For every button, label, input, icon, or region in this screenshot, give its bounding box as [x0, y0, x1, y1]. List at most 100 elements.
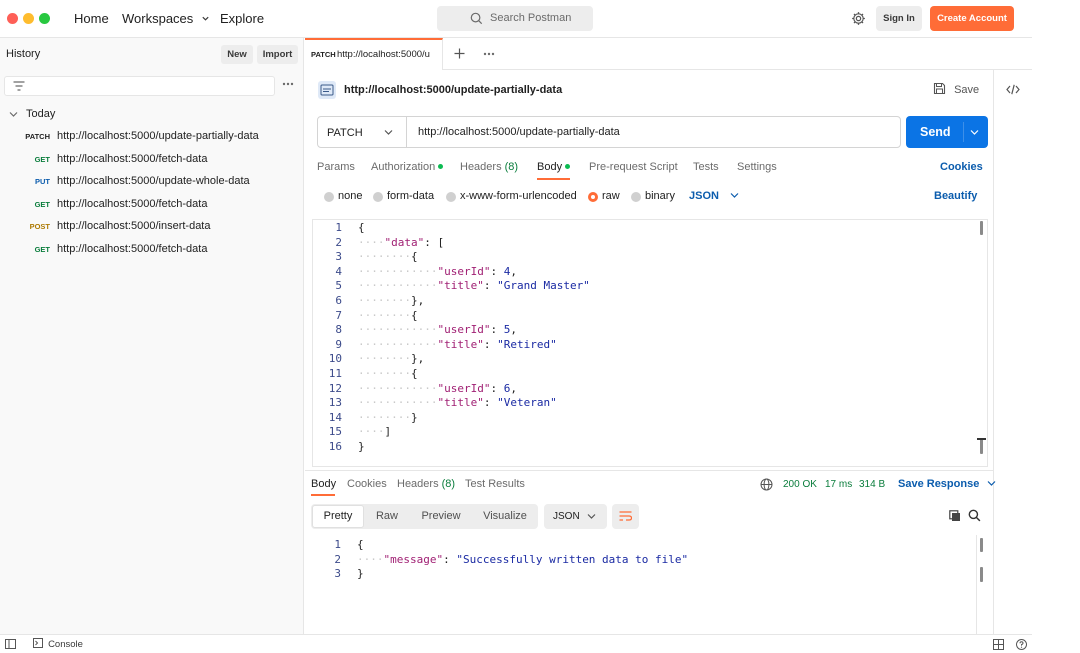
radio-raw[interactable]: [588, 192, 598, 202]
editor-scrollbar[interactable]: [980, 221, 983, 235]
create-account-button[interactable]: Create Account: [930, 6, 1014, 31]
request-tab[interactable]: PATCH http://localhost:5000/u: [305, 38, 443, 70]
request-title[interactable]: http://localhost:5000/update-partially-d…: [344, 84, 562, 96]
search-input[interactable]: Search Postman: [437, 6, 593, 31]
close-window-button[interactable]: [7, 13, 18, 24]
new-tab-plus-icon[interactable]: [454, 48, 465, 59]
search-icon[interactable]: [968, 509, 981, 522]
url-input[interactable]: http://localhost:5000/update-partially-d…: [406, 116, 901, 148]
view-pretty[interactable]: Pretty: [312, 504, 364, 529]
view-visualize[interactable]: Visualize: [476, 504, 534, 529]
editor-scrollbar-bottom[interactable]: [980, 438, 983, 454]
response-scrollbar-lower[interactable]: [980, 567, 983, 582]
response-status[interactable]: 200 OK: [783, 479, 817, 490]
wrap-lines-button[interactable]: [612, 504, 639, 529]
code-text: ····"data": [: [358, 235, 445, 249]
more-options-icon[interactable]: [282, 82, 294, 86]
radio-urlencoded[interactable]: [446, 192, 456, 202]
tab-title: http://localhost:5000/u: [337, 49, 430, 60]
cookies-link[interactable]: Cookies: [940, 161, 983, 173]
nav-workspaces-label: Workspaces: [122, 11, 194, 26]
nav-explore[interactable]: Explore: [220, 11, 264, 26]
line-number: 9: [335, 337, 342, 351]
body-format-select[interactable]: JSON: [689, 190, 739, 202]
code-line: 4 ············"userId": 4,: [313, 265, 973, 280]
response-time[interactable]: 17 ms: [825, 479, 852, 490]
history-item-url: http://localhost:5000/update-partially-d…: [57, 130, 259, 142]
new-button[interactable]: New: [221, 45, 253, 64]
sign-in-button[interactable]: Sign In: [876, 6, 922, 31]
response-scrollbar[interactable]: [980, 538, 983, 552]
chevron-down-icon: [9, 112, 18, 117]
save-button[interactable]: Save: [933, 82, 979, 96]
history-item[interactable]: PATCH http://localhost:5000/update-partia…: [0, 126, 304, 148]
code-line: 5 ············"title": "Grand Master": [313, 279, 973, 294]
response-tab-body[interactable]: Body: [311, 478, 336, 490]
tab-authorization[interactable]: Authorization: [371, 161, 444, 173]
response-tab-headers-count: (8): [441, 478, 456, 490]
layout-icon[interactable]: [993, 639, 1004, 650]
chevron-down-icon[interactable]: [970, 129, 979, 136]
code-line: 11 ········{: [313, 367, 973, 382]
line-number: 7: [335, 308, 342, 322]
tab-pre-request-script[interactable]: Pre-request Script: [589, 161, 678, 173]
method-value: PATCH: [327, 127, 363, 139]
save-response-button[interactable]: Save Response: [898, 478, 996, 490]
code-text: }: [357, 567, 364, 581]
radio-form-data[interactable]: [373, 192, 383, 202]
editor-resize-handle[interactable]: [977, 438, 986, 440]
response-tab-test-results[interactable]: Test Results: [465, 478, 525, 490]
view-raw[interactable]: Raw: [366, 504, 408, 529]
code-text: ············"userId": 4,: [358, 264, 517, 278]
send-button[interactable]: Send: [906, 116, 988, 148]
tab-options-icon[interactable]: [483, 52, 495, 56]
console-button[interactable]: Console: [33, 638, 83, 650]
maximize-window-button[interactable]: [39, 13, 50, 24]
line-number: 11: [328, 367, 342, 380]
code-text: ············"userId": 5,: [358, 323, 517, 337]
line-number: 3: [334, 567, 341, 581]
tab-params[interactable]: Params: [317, 161, 355, 173]
response-tab-cookies[interactable]: Cookies: [347, 478, 387, 490]
beautify-link[interactable]: Beautify: [934, 190, 977, 202]
history-item[interactable]: POST http://localhost:5000/insert-data: [0, 216, 304, 238]
wrap-lines-icon: [619, 511, 632, 521]
help-icon[interactable]: [1016, 639, 1027, 650]
line-number: 13: [328, 396, 342, 410]
tab-tests[interactable]: Tests: [693, 161, 719, 173]
import-button[interactable]: Import: [257, 45, 298, 64]
tab-settings[interactable]: Settings: [737, 161, 777, 173]
view-preview[interactable]: Preview: [414, 504, 468, 529]
history-item-url: http://localhost:5000/update-whole-data: [57, 175, 250, 188]
method-select[interactable]: PATCH: [317, 116, 407, 148]
history-item[interactable]: GET http://localhost:5000/fetch-data: [0, 239, 304, 261]
globe-icon[interactable]: [760, 478, 773, 491]
copy-icon[interactable]: [949, 510, 961, 522]
code-text: ············"title": "Retired": [358, 337, 557, 351]
code-text: ····]: [358, 425, 392, 439]
radio-binary[interactable]: [631, 192, 641, 202]
history-filter-input[interactable]: [4, 76, 275, 96]
minimize-window-button[interactable]: [23, 13, 34, 24]
radio-none[interactable]: [324, 192, 334, 202]
history-item[interactable]: PUT http://localhost:5000/update-whole-da…: [0, 171, 304, 193]
code-text: ········{: [358, 308, 418, 322]
nav-workspaces[interactable]: Workspaces: [122, 11, 210, 26]
line-number: 1: [334, 538, 341, 551]
response-format-select[interactable]: JSON: [544, 504, 607, 529]
request-body-editor[interactable]: 1{2 ····"data": [3 ········{4 ············"…: [312, 219, 988, 467]
settings-gear-icon[interactable]: [851, 11, 866, 26]
nav-home[interactable]: Home: [74, 11, 109, 26]
toggle-sidebar-icon[interactable]: [5, 639, 16, 649]
code-snippet-icon[interactable]: [1006, 84, 1020, 95]
tab-headers[interactable]: Headers (8): [460, 161, 518, 173]
response-tab-headers[interactable]: Headers (8): [397, 478, 455, 490]
history-item[interactable]: GET http://localhost:5000/fetch-data: [0, 149, 304, 171]
history-item-url: http://localhost:5000/fetch-data: [57, 197, 208, 210]
response-size[interactable]: 314 B: [859, 479, 885, 490]
tab-body[interactable]: Body: [537, 161, 571, 173]
history-group-today[interactable]: Today: [0, 104, 304, 124]
chevron-down-icon: [730, 193, 739, 198]
history-item[interactable]: GET http://localhost:5000/fetch-data: [0, 194, 304, 216]
chevron-down-icon: [587, 514, 596, 519]
